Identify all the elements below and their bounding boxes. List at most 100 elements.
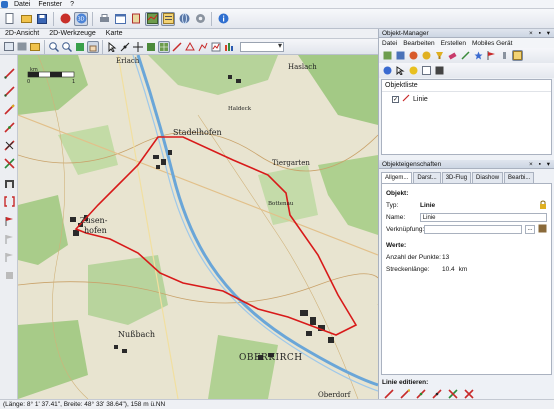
map-open-icon[interactable] <box>3 41 15 53</box>
map-layers-icon[interactable] <box>145 11 159 26</box>
line-edit-join-icon[interactable] <box>463 388 474 399</box>
stop-icon[interactable] <box>58 12 72 26</box>
move-icon[interactable] <box>132 41 144 53</box>
place-haldeck: Haldeck <box>228 106 252 112</box>
om-cursor-icon[interactable] <box>395 65 406 76</box>
area-icon[interactable] <box>145 41 157 53</box>
tab-diashow[interactable]: Diashow <box>472 172 504 183</box>
place-stadelhofen: Stadelhofen <box>173 128 222 137</box>
om-menu-bearbeiten[interactable]: Bearbeiten <box>400 40 437 47</box>
print-icon[interactable] <box>97 12 111 26</box>
map-grid-icon[interactable] <box>158 40 170 53</box>
window-icon[interactable] <box>113 12 127 26</box>
tab-bearbeiten[interactable]: Bearbi... <box>504 172 535 183</box>
draw-line-icon[interactable] <box>3 85 15 97</box>
map-canvas[interactable]: km 0 1 Erlach Haslach Stadelhofen Tierga… <box>18 55 378 399</box>
tab-karte[interactable]: Karte <box>101 29 128 39</box>
edit-line-icon[interactable] <box>3 103 15 115</box>
zoom-out-icon[interactable] <box>61 41 73 53</box>
properties-body: Objekt: Typ: Linie Name: Linie Verknüpfu… <box>381 183 552 375</box>
om-flag-icon[interactable] <box>486 50 497 61</box>
flag-disabled-icon[interactable] <box>3 233 15 245</box>
color-bars-icon[interactable] <box>223 41 235 53</box>
route-tool-icon[interactable] <box>197 41 209 53</box>
om-trophy-icon[interactable] <box>434 50 445 61</box>
name-input[interactable]: Linie <box>419 212 547 222</box>
om-coin-icon[interactable] <box>421 50 432 61</box>
3d-view-icon[interactable]: 3D <box>74 11 88 26</box>
object-list-item[interactable]: ✓ Linie <box>382 92 551 106</box>
globe-icon[interactable] <box>177 12 191 26</box>
draw-line-icon[interactable] <box>3 67 15 79</box>
tab-2d-ansicht[interactable]: 2D-Ansicht <box>0 29 44 39</box>
om-pin-icon[interactable] <box>460 50 471 61</box>
topographic-map[interactable]: km 0 1 Erlach Haslach Stadelhofen Tierga… <box>18 55 378 399</box>
zoom-in-icon[interactable] <box>48 41 60 53</box>
om-dark-box-icon[interactable] <box>434 65 445 76</box>
zoom-extent-icon[interactable] <box>74 41 86 53</box>
scale-tick-0: 0 <box>27 79 30 85</box>
om-note-icon[interactable] <box>421 65 432 76</box>
new-file-icon[interactable] <box>3 12 17 26</box>
item-checkbox[interactable]: ✓ <box>392 95 399 103</box>
marker-disabled-icon[interactable] <box>3 251 15 263</box>
om-map-icon[interactable] <box>382 50 393 61</box>
line-tool-icon[interactable] <box>171 41 183 53</box>
layer-card-icon[interactable] <box>16 41 28 53</box>
folder-icon[interactable] <box>29 41 41 53</box>
delete-point-icon[interactable] <box>3 139 15 151</box>
panel-controls[interactable]: × ▪ ▾ <box>529 160 552 169</box>
object-manager-panel: Objekt-Manager × ▪ ▾ Datei Bearbeiten Er… <box>378 29 554 399</box>
tab-2d-werkzeuge[interactable]: 2D-Werkzeuge <box>44 29 101 39</box>
toolbar-separator <box>53 11 54 26</box>
pointer-icon[interactable] <box>106 41 118 53</box>
bracket-icon[interactable] <box>3 195 15 207</box>
pan-hand-icon[interactable] <box>87 40 99 53</box>
menu-help[interactable]: ? <box>66 0 78 9</box>
om-sphere-icon[interactable] <box>408 50 419 61</box>
map-toolbar <box>0 39 378 55</box>
menu-datei[interactable]: Datei <box>10 0 34 9</box>
line-edit-draw-icon[interactable] <box>383 388 394 399</box>
place-haslach: Haslach <box>288 63 317 71</box>
om-blue-map-icon[interactable] <box>395 50 406 61</box>
book-icon[interactable] <box>129 12 143 26</box>
om-menu-erstellen[interactable]: Erstellen <box>438 40 469 47</box>
om-heart-icon[interactable] <box>382 65 393 76</box>
link-input[interactable] <box>424 224 522 234</box>
panel-controls[interactable]: × ▪ ▾ <box>529 29 552 38</box>
object-manager-icon[interactable] <box>161 11 175 26</box>
link-browse-button[interactable]: ... <box>525 224 535 234</box>
tab-allgemein[interactable]: Allgem... <box>381 172 413 183</box>
add-point-icon[interactable] <box>3 121 15 133</box>
om-star-icon[interactable] <box>473 50 484 61</box>
open-folder-icon[interactable] <box>19 12 33 26</box>
om-menu-mobiles-geraet[interactable]: Mobiles Gerät <box>469 40 515 47</box>
line-edit-extend-icon[interactable] <box>399 388 410 399</box>
tab-3d-flug[interactable]: 3D-Flug <box>441 172 472 183</box>
save-icon[interactable] <box>35 12 49 26</box>
measure-icon[interactable] <box>119 41 131 53</box>
line-edit-split-icon[interactable] <box>447 388 458 399</box>
line-edit-add-icon[interactable] <box>415 388 426 399</box>
lock-icon[interactable] <box>539 200 547 211</box>
om-list-icon[interactable] <box>512 50 523 61</box>
status-coordinates: (Länge: 8° 1' 37.41", Breite: 48° 33' 38… <box>3 401 166 408</box>
layer-select[interactable] <box>240 41 284 52</box>
tab-darstellung[interactable]: Darst... <box>413 172 441 183</box>
link-edit-icon[interactable] <box>538 224 547 235</box>
gate-icon[interactable] <box>3 177 15 189</box>
polygon-tool-icon[interactable] <box>184 41 196 53</box>
line-edit-remove-icon[interactable] <box>431 388 442 399</box>
tag-disabled-icon[interactable] <box>3 269 15 281</box>
gear-icon[interactable] <box>193 12 207 26</box>
profile-icon[interactable] <box>210 41 222 53</box>
menu-fenster[interactable]: Fenster <box>34 0 66 9</box>
info-icon[interactable] <box>216 12 230 26</box>
om-menu-datei[interactable]: Datei <box>379 40 400 47</box>
split-line-icon[interactable] <box>3 157 15 169</box>
flag-icon[interactable] <box>3 215 15 227</box>
om-tool-icon[interactable] <box>499 50 510 61</box>
om-yellow-circle-icon[interactable] <box>408 65 419 76</box>
om-eraser-icon[interactable] <box>447 50 458 61</box>
